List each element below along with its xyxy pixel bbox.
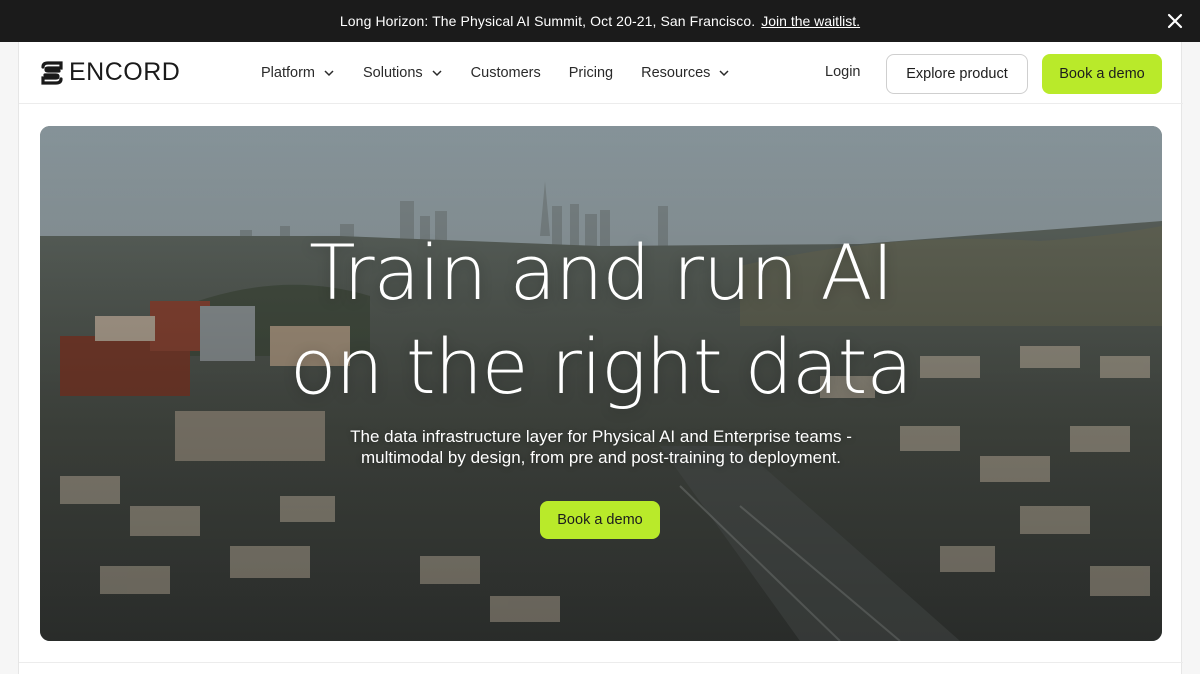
hero-title-line-1: Train and run AI [309,228,894,317]
nav-item-solutions[interactable]: Solutions [363,65,443,81]
brand-name: ENCORD [69,58,181,86]
nav-item-label: Pricing [568,65,614,81]
hero-subtitle: The data infrastructure layer for Physic… [40,426,1162,468]
hero-section: Train and run AI on the right data The d… [40,126,1162,641]
close-icon[interactable] [1164,10,1186,32]
nav-item-platform[interactable]: Platform [261,65,335,81]
announcement-bar: Long Horizon: The Physical AI Summit, Oc… [0,0,1200,42]
nav-item-pricing[interactable]: Pricing [569,65,613,81]
hero-title: Train and run AI on the right data [40,226,1162,414]
hero-subtitle-line-1: The data infrastructure layer for Physic… [350,427,852,446]
nav-item-label: Resources [641,65,711,81]
top-navigation: ENCORD Platform Solutions Customers Pric… [19,42,1183,104]
chevron-down-icon [432,70,442,77]
nav-item-label: Solutions [363,65,423,81]
nav-item-label: Platform [261,65,315,81]
hero-subtitle-line-2: multimodal by design, from pre and post-… [360,448,842,467]
page-frame: ENCORD Platform Solutions Customers Pric… [18,42,1183,674]
join-waitlist-link[interactable]: Join the waitlist. [761,13,860,29]
announcement-message: Long Horizon: The Physical AI Summit, Oc… [339,13,756,29]
main-menu: Platform Solutions Customers Pricing Res… [261,42,758,104]
hero-title-line-2: on the right data [290,322,913,411]
encord-logo[interactable]: ENCORD [39,58,180,87]
book-demo-nav-button[interactable]: Book a demo [1042,54,1162,94]
nav-item-customers[interactable]: Customers [471,65,541,81]
nav-item-label: Customers [470,65,541,81]
book-demo-hero-button[interactable]: Book a demo [540,501,660,539]
section-divider [19,662,1183,663]
hero-content: Train and run AI on the right data The d… [40,126,1162,641]
chevron-down-icon [324,70,334,77]
chevron-down-icon [719,70,729,77]
explore-product-button[interactable]: Explore product [886,54,1028,94]
login-link[interactable]: Login [825,64,860,80]
nav-item-resources[interactable]: Resources [641,65,730,81]
encord-logo-icon [41,60,63,85]
